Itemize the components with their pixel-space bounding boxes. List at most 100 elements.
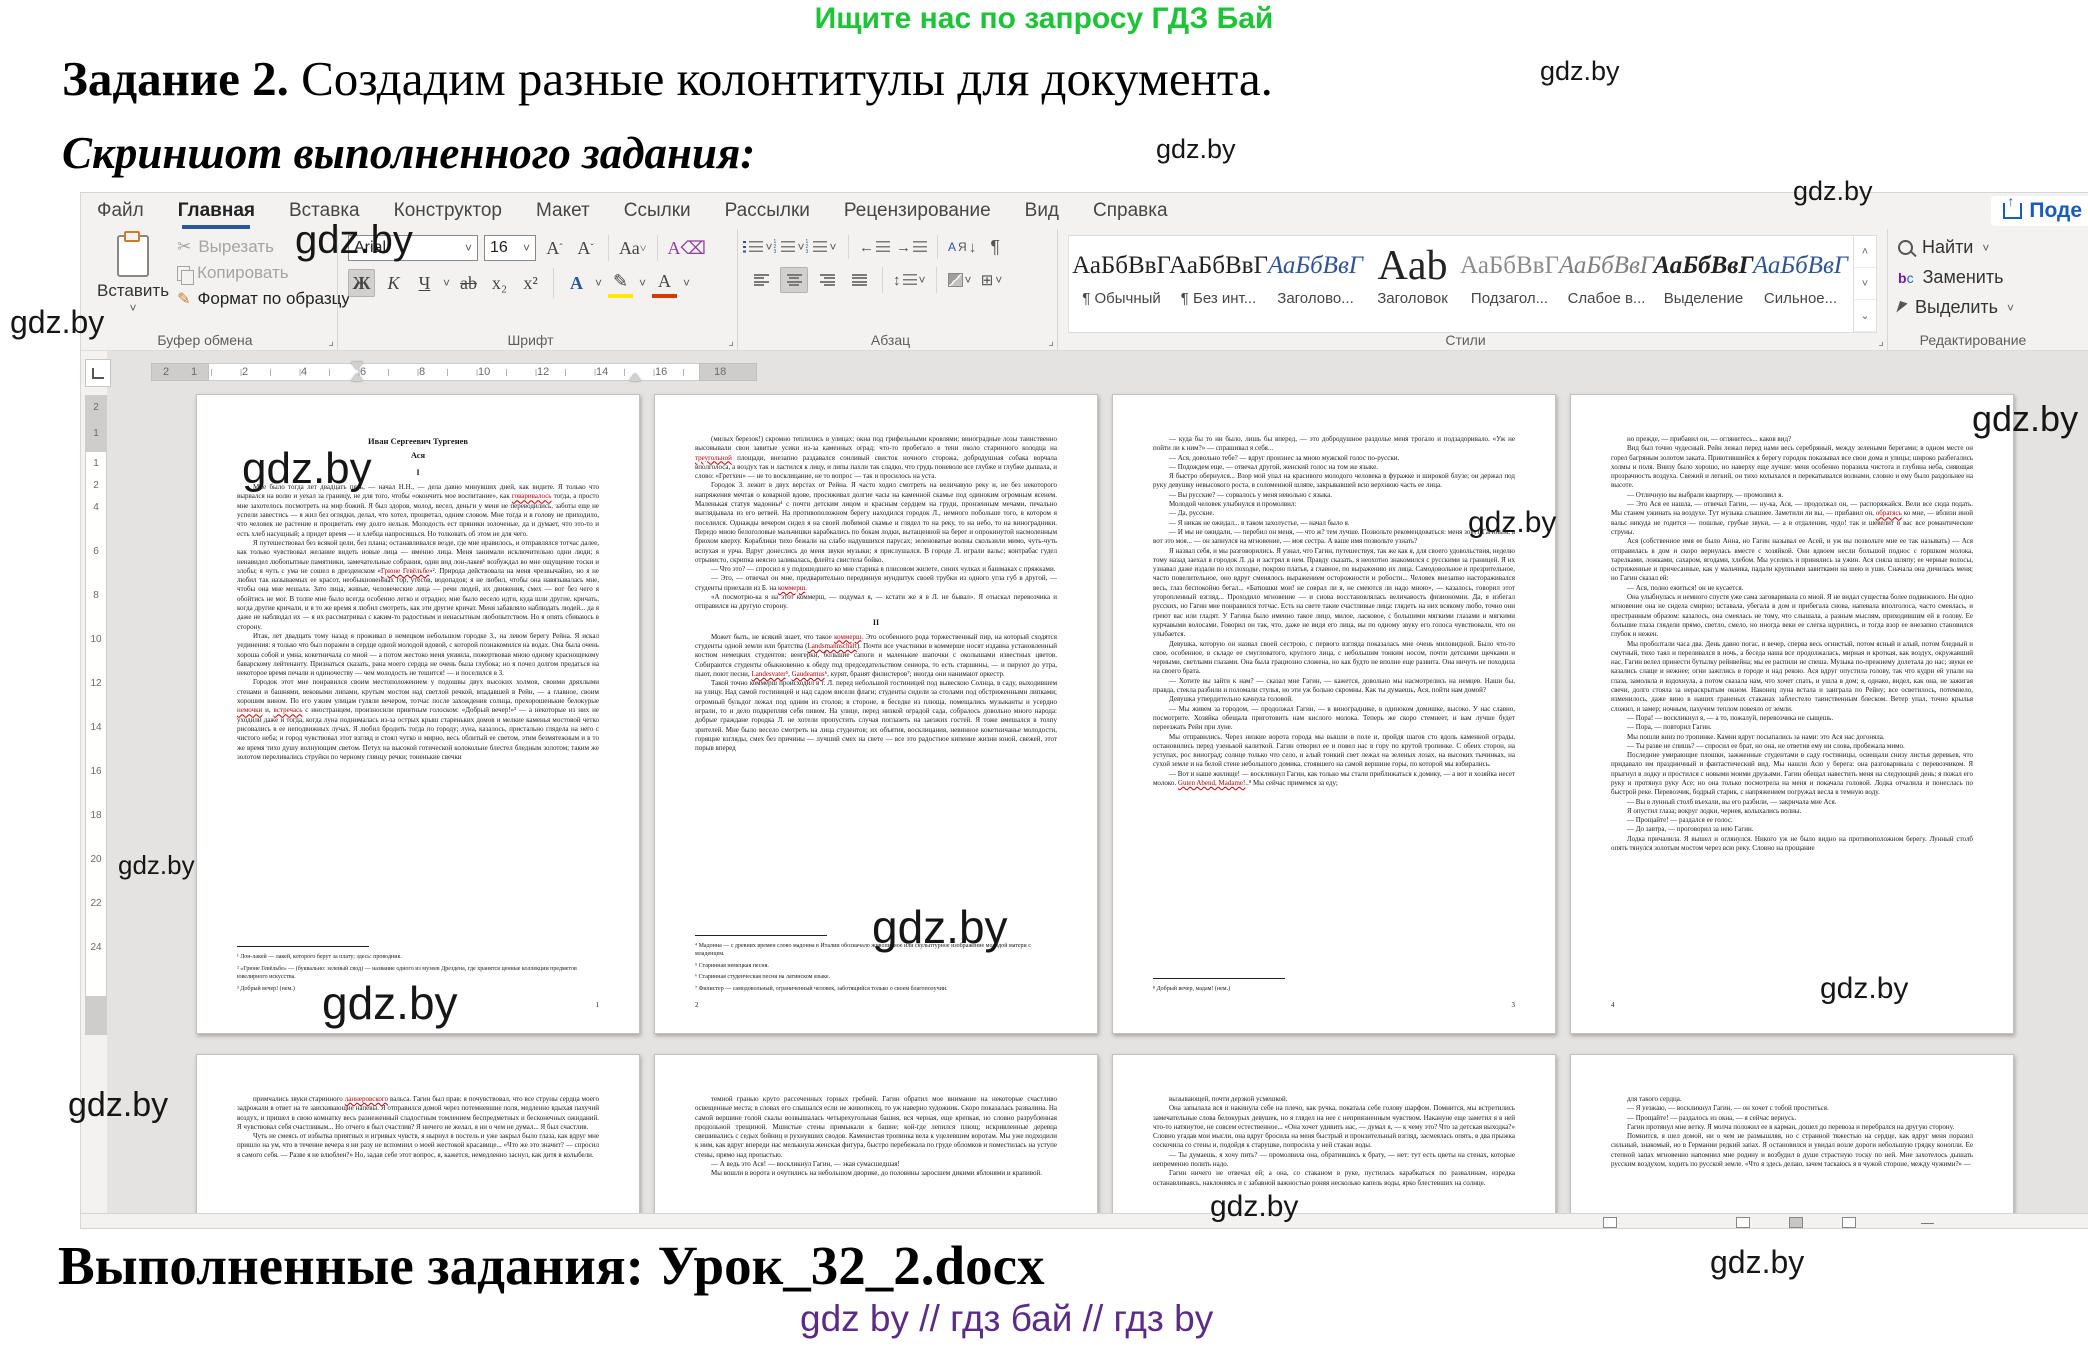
dialog-launcher-icon[interactable]: ⌟ [1878, 334, 1884, 348]
superscript-button[interactable]: x² [518, 270, 543, 296]
chevron-down-icon[interactable]: ˅ [683, 276, 690, 290]
tab-справка[interactable]: Справка [1093, 200, 1168, 222]
increase-indent-button[interactable]: → [896, 235, 927, 259]
highlight-color-button[interactable]: ✎ [608, 268, 633, 298]
document-page[interactable]: примчались звуки старинного ланнеровског… [196, 1054, 640, 1213]
clear-formatting-button[interactable]: А⌫ [668, 235, 706, 261]
group-label-editing: Редактирование [1888, 332, 2058, 348]
ruler-number: 6 [360, 366, 366, 378]
chevron-down-icon[interactable]: ˅ [595, 276, 602, 290]
show-paragraph-marks-button[interactable]: ¶ [982, 235, 1008, 259]
strikethrough-button[interactable]: ab [456, 270, 481, 296]
tab-рецензирование[interactable]: Рецензирование [844, 200, 991, 222]
style-item[interactable]: АаБбВвГ¶ Обычный [1073, 238, 1170, 330]
format-painter-button[interactable]: ✎ Формат по образцу [177, 289, 350, 309]
page-body: но прежде, — прибавил он, — оглянитесь..… [1611, 435, 1973, 853]
document-page[interactable]: — куда бы то ни было, лишь бы вперед, — … [1112, 394, 1556, 1034]
styles-gallery-scroll[interactable]: ˄ ˅ ⌄ [1854, 235, 1877, 333]
dialog-launcher-icon[interactable]: ⌟ [328, 334, 334, 348]
replace-button[interactable]: bc Заменить [1898, 267, 2062, 288]
style-item[interactable]: АаБбВвГВыделение [1655, 238, 1752, 330]
vertical-ruler[interactable]: 21124681012141618202224 [85, 395, 107, 1035]
justify-button[interactable] [846, 268, 872, 292]
tab-файл[interactable]: Файл [97, 200, 144, 222]
document-page[interactable]: темной гранью круто рассеченных горных г… [654, 1054, 1098, 1213]
align-left-button[interactable] [748, 268, 774, 292]
body-paragraph: темной гранью круто рассеченных горных г… [695, 1095, 1057, 1160]
style-item[interactable]: АаБбВвГ¶ Без инт... [1170, 238, 1267, 330]
document-page[interactable]: вызывающей, почти дерзкой усмешкой.Она з… [1112, 1054, 1556, 1213]
document-page[interactable]: но прежде, — прибавил он, — оглянитесь..… [1570, 394, 2014, 1034]
gallery-up-icon[interactable]: ˄ [1854, 236, 1876, 268]
body-paragraph: — Хотите вы зайти к нам? — сказал мне Га… [1153, 677, 1515, 696]
text-effects-button[interactable]: А [564, 270, 589, 296]
dialog-launcher-icon[interactable]: ⌟ [728, 334, 734, 348]
gallery-down-icon[interactable]: ˅ [1854, 268, 1876, 300]
page-body: — куда бы то ни было, лишь бы вперед, — … [1153, 435, 1515, 788]
tab-вид[interactable]: Вид [1025, 200, 1059, 222]
document-canvas[interactable]: Иван Сергеевич ТургеневАсяIМне было тогд… [107, 351, 2088, 1213]
horizontal-ruler[interactable]: 2124681012141618 [151, 359, 757, 385]
search-icon [1898, 240, 1913, 255]
ruler-number: 1 [86, 458, 106, 469]
document-page[interactable]: для такого сердца.— Я уезжаю, — воскликн… [1570, 1054, 2014, 1213]
borders-button[interactable]: ⊞˅ [979, 268, 1005, 292]
underline-button[interactable]: Ч [412, 270, 437, 296]
status-macro-icon[interactable] [1603, 1217, 1617, 1228]
select-label: Выделить [1915, 297, 1998, 318]
change-case-button[interactable]: Аа˅ [619, 235, 647, 261]
italic-button[interactable]: К [381, 270, 406, 296]
style-item[interactable]: AabЗаголовок [1364, 238, 1461, 330]
copy-button[interactable]: Копировать [177, 263, 350, 283]
style-label: Заголово... [1267, 290, 1364, 307]
body-paragraph: — Вот и наше жилище! — воскликнул Гагин,… [1153, 770, 1515, 789]
body-paragraph: — Пора, — повторил Гагин. [1611, 723, 1973, 732]
numbering-button[interactable]: ˅ [780, 235, 806, 259]
align-right-button[interactable] [814, 268, 840, 292]
sort-button[interactable]: АЯ↓ [948, 235, 976, 259]
tab-рассылки[interactable]: Рассылки [725, 200, 810, 222]
grow-font-button[interactable]: Аˆ [542, 235, 567, 261]
chevron-down-icon[interactable]: ˅ [443, 276, 450, 290]
tab-ссылки[interactable]: Ссылки [624, 200, 691, 222]
share-button[interactable]: Поде [1991, 196, 2088, 226]
line-spacing-button[interactable]: ↕˅ [893, 268, 926, 292]
print-layout-button[interactable] [1789, 1217, 1803, 1228]
font-color-button[interactable]: А [652, 268, 677, 298]
decrease-indent-button[interactable]: ← [859, 235, 890, 259]
style-label: ¶ Обычный [1073, 290, 1170, 307]
shrink-font-button[interactable]: Аˇ [573, 235, 598, 261]
select-button[interactable]: Выделить ˅ [1898, 297, 2062, 318]
shading-button[interactable]: ˅ [947, 268, 973, 292]
web-layout-button[interactable] [1842, 1217, 1856, 1228]
right-indent-marker[interactable] [629, 373, 641, 381]
gdz-watermark: gdz.by [1156, 134, 1236, 165]
style-item[interactable]: АаБбВвГЗаголово... [1267, 238, 1364, 330]
chevron-down-icon[interactable]: ˅ [639, 276, 646, 290]
style-sample: АаБбВвГ [1073, 242, 1170, 290]
page-body: (милых березок!) скромно теплились в ули… [695, 435, 1057, 754]
multilevel-list-button[interactable]: ˅ [812, 235, 838, 259]
tab-selector[interactable] [85, 359, 111, 387]
gallery-more-icon[interactable]: ⌄ [1854, 300, 1876, 332]
tab-главная[interactable]: Главная [178, 200, 255, 222]
page-body: темной гранью круто рассеченных горных г… [695, 1095, 1057, 1179]
dialog-launcher-icon[interactable]: ⌟ [1048, 334, 1054, 348]
bold-button[interactable]: Ж [348, 269, 375, 297]
align-center-button[interactable] [780, 267, 808, 293]
style-item[interactable]: АаБбВвГПодзагол... [1461, 238, 1558, 330]
footnote: ¹ Лон-лакей — лакей, которого берут за п… [237, 953, 599, 961]
font-size-select[interactable]: 16˅ [484, 235, 536, 261]
style-sample: Aab [1364, 242, 1461, 290]
style-item[interactable]: АаБбВвГСильное... [1752, 238, 1849, 330]
tab-макет[interactable]: Макет [536, 200, 590, 222]
zoom-out-button[interactable]: — [1921, 1215, 1934, 1229]
paste-button[interactable]: Вставить ˅ [97, 235, 169, 315]
read-mode-button[interactable] [1736, 1217, 1750, 1228]
style-item[interactable]: АаБбВвГСлабое в... [1558, 238, 1655, 330]
ruler-number: 2 [242, 366, 248, 378]
subscript-button[interactable]: x₂ [487, 270, 512, 296]
bullets-button[interactable]: ˅ [748, 235, 774, 259]
find-button[interactable]: Найти ˅ [1898, 237, 2062, 258]
gdz-watermark: gdz.by [1468, 506, 1556, 540]
